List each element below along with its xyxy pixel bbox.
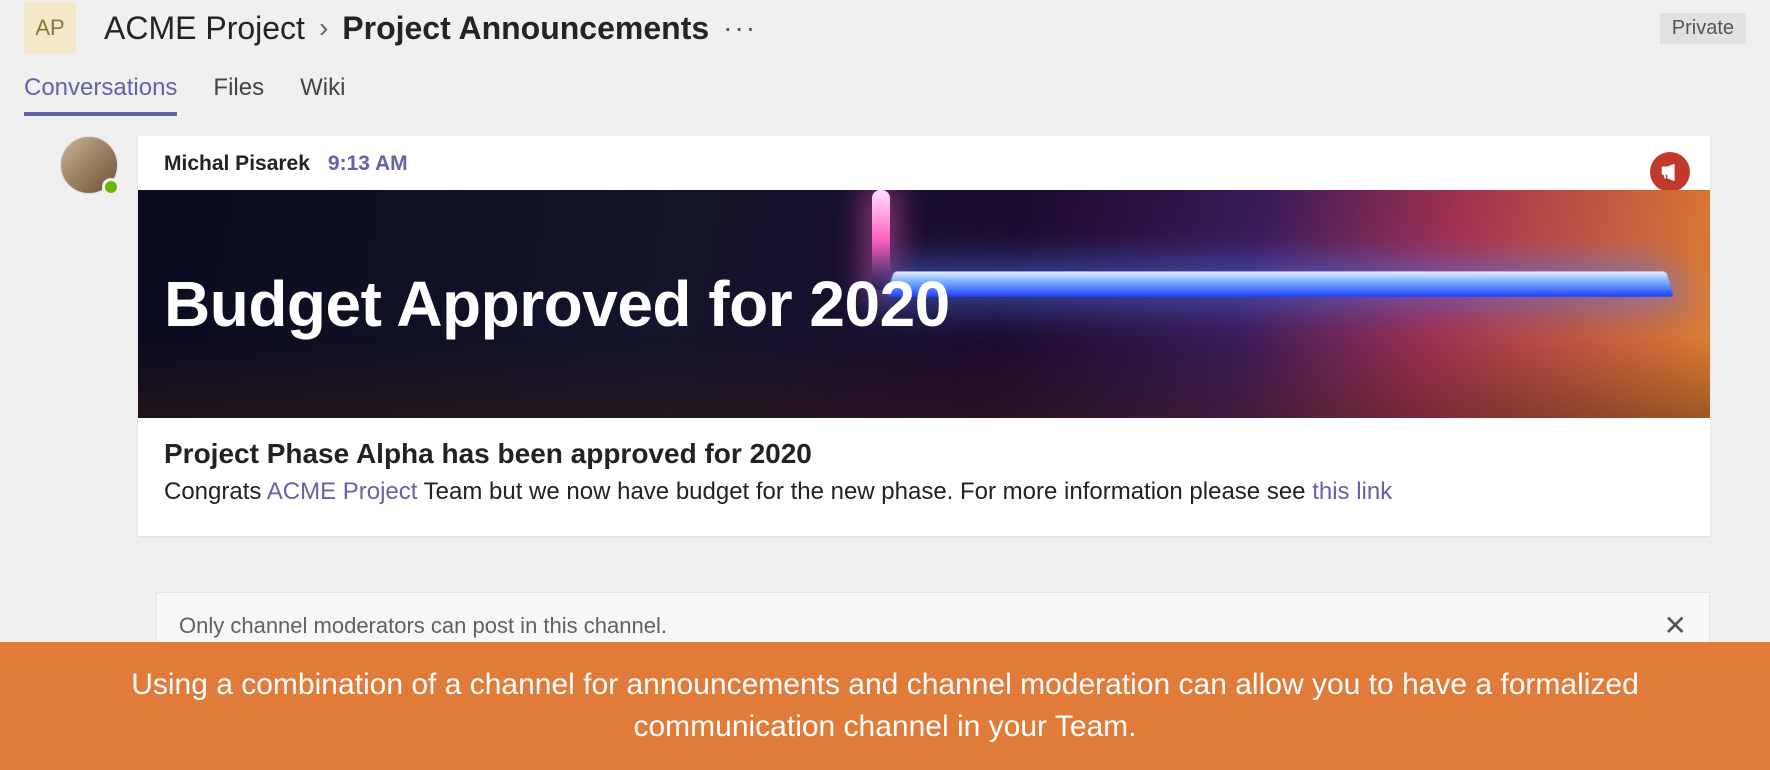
post-timestamp[interactable]: 9:13 AM bbox=[328, 152, 408, 176]
post-text-segment: Congrats bbox=[164, 478, 267, 505]
hero-decoration bbox=[886, 271, 1674, 296]
close-icon[interactable]: ✕ bbox=[1664, 609, 1687, 642]
tab-files[interactable]: Files bbox=[213, 74, 264, 116]
announcement-card: Michal Pisarek 9:13 AM Budget Approved f… bbox=[138, 136, 1710, 536]
more-options-icon[interactable]: ··· bbox=[723, 12, 757, 44]
breadcrumb: ACME Project › Project Announcements ··· bbox=[104, 10, 1660, 47]
caption-text: Using a combination of a channel for ann… bbox=[131, 668, 1639, 743]
channel-tabs: Conversations Files Wiki bbox=[0, 56, 1770, 116]
megaphone-icon bbox=[1650, 152, 1690, 192]
post-text-segment: Team but we now have budget for the new … bbox=[417, 478, 1312, 505]
chevron-right-icon: › bbox=[319, 12, 328, 44]
announcement-text: Congrats ACME Project Team but we now ha… bbox=[164, 478, 1684, 506]
tab-conversations[interactable]: Conversations bbox=[24, 74, 177, 116]
privacy-badge: Private bbox=[1660, 13, 1746, 44]
caption-overlay: Using a combination of a channel for ann… bbox=[0, 642, 1770, 770]
presence-available-icon bbox=[102, 178, 120, 196]
post-meta: Michal Pisarek 9:13 AM bbox=[138, 136, 1710, 190]
announcement-headline: Budget Approved for 2020 bbox=[164, 267, 950, 341]
post-container: Michal Pisarek 9:13 AM Budget Approved f… bbox=[0, 116, 1770, 536]
team-mention[interactable]: ACME Project bbox=[267, 478, 418, 505]
announcement-hero: Budget Approved for 2020 bbox=[138, 190, 1710, 418]
announcement-subhead: Project Phase Alpha has been approved fo… bbox=[164, 438, 1684, 470]
tab-wiki[interactable]: Wiki bbox=[300, 74, 345, 116]
breadcrumb-team[interactable]: ACME Project bbox=[104, 10, 305, 47]
post-body: Project Phase Alpha has been approved fo… bbox=[138, 418, 1710, 536]
hero-decoration bbox=[138, 338, 1710, 418]
post-author-name[interactable]: Michal Pisarek bbox=[164, 152, 310, 176]
post-author-avatar[interactable] bbox=[60, 136, 118, 194]
more-info-link[interactable]: this link bbox=[1312, 478, 1392, 505]
channel-header: AP ACME Project › Project Announcements … bbox=[0, 0, 1770, 56]
breadcrumb-channel[interactable]: Project Announcements bbox=[342, 10, 709, 47]
team-avatar-badge[interactable]: AP bbox=[24, 2, 76, 54]
compose-restriction-text: Only channel moderators can post in this… bbox=[179, 613, 667, 639]
